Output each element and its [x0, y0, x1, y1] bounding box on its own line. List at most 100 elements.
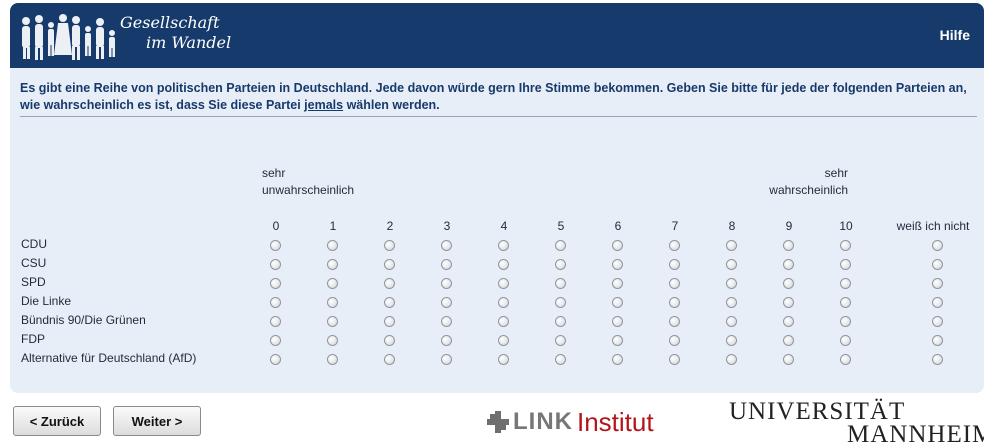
rating-radio[interactable] [498, 335, 509, 346]
scale-point-label: 6 [614, 219, 622, 233]
help-link[interactable]: Hilfe [940, 27, 970, 43]
rating-radio[interactable] [840, 278, 851, 289]
dont-know-radio[interactable] [932, 278, 943, 289]
back-button[interactable]: < Zurück [13, 406, 101, 436]
rating-radio[interactable] [726, 278, 737, 289]
rating-radio[interactable] [441, 335, 452, 346]
rating-radio[interactable] [498, 354, 509, 365]
rating-radio[interactable] [441, 240, 452, 251]
link-institut-logo: LINK Institut [487, 407, 654, 437]
rating-radio[interactable] [441, 354, 452, 365]
scale-anchor-high: sehr wahrscheinlich [755, 165, 848, 199]
rating-radio[interactable] [840, 335, 851, 346]
question-divider [20, 116, 977, 117]
rating-radio[interactable] [669, 316, 680, 327]
rating-radio[interactable] [384, 354, 395, 365]
rating-radio[interactable] [840, 297, 851, 308]
rating-radio[interactable] [555, 240, 566, 251]
rating-radio[interactable] [384, 259, 395, 270]
rating-radio[interactable] [669, 240, 680, 251]
rating-radio[interactable] [783, 354, 794, 365]
rating-radio[interactable] [555, 335, 566, 346]
dont-know-radio[interactable] [932, 240, 943, 251]
rating-radio[interactable] [555, 259, 566, 270]
rating-radio[interactable] [555, 297, 566, 308]
university-mannheim-logo: UNIVERSITÄT MANNHEIM [729, 399, 984, 448]
party-label: CSU [21, 256, 47, 270]
rating-radio[interactable] [726, 316, 737, 327]
rating-radio[interactable] [612, 240, 623, 251]
rating-radio[interactable] [612, 335, 623, 346]
rating-radio[interactable] [783, 240, 794, 251]
rating-radio[interactable] [384, 316, 395, 327]
rating-radio[interactable] [612, 297, 623, 308]
rating-radio[interactable] [612, 259, 623, 270]
rating-radio[interactable] [840, 240, 851, 251]
rating-radio[interactable] [384, 335, 395, 346]
rating-radio[interactable] [498, 297, 509, 308]
rating-radio[interactable] [783, 335, 794, 346]
rating-radio[interactable] [612, 316, 623, 327]
rating-radio[interactable] [384, 278, 395, 289]
rating-radio[interactable] [783, 259, 794, 270]
rating-radio[interactable] [384, 240, 395, 251]
rating-radio[interactable] [498, 278, 509, 289]
party-label: FDP [21, 332, 45, 346]
rating-radio[interactable] [327, 297, 338, 308]
dont-know-radio[interactable] [932, 316, 943, 327]
rating-radio[interactable] [726, 335, 737, 346]
rating-radio[interactable] [840, 354, 851, 365]
rating-radio[interactable] [555, 316, 566, 327]
scale-anchor-low-line1: sehr [262, 166, 286, 180]
rating-radio[interactable] [327, 354, 338, 365]
rating-radio[interactable] [327, 259, 338, 270]
rating-radio[interactable] [840, 259, 851, 270]
rating-radio[interactable] [669, 297, 680, 308]
rating-radio[interactable] [783, 278, 794, 289]
rating-radio[interactable] [726, 297, 737, 308]
rating-radio[interactable] [840, 316, 851, 327]
rating-radio[interactable] [270, 335, 281, 346]
rating-radio[interactable] [612, 278, 623, 289]
dont-know-radio[interactable] [932, 354, 943, 365]
rating-radio[interactable] [726, 259, 737, 270]
rating-radio[interactable] [555, 278, 566, 289]
rating-radio[interactable] [270, 278, 281, 289]
rating-radio[interactable] [441, 297, 452, 308]
rating-radio[interactable] [612, 354, 623, 365]
rating-radio[interactable] [270, 240, 281, 251]
rating-radio[interactable] [441, 259, 452, 270]
rating-radio[interactable] [270, 354, 281, 365]
dont-know-radio[interactable] [932, 335, 943, 346]
rating-radio[interactable] [498, 259, 509, 270]
rating-radio[interactable] [669, 278, 680, 289]
rating-radio[interactable] [669, 354, 680, 365]
rating-radio[interactable] [270, 316, 281, 327]
rating-radio[interactable] [783, 316, 794, 327]
dont-know-radio[interactable] [932, 259, 943, 270]
next-button[interactable]: Weiter > [113, 406, 201, 436]
rating-radio[interactable] [726, 354, 737, 365]
rating-radio[interactable] [327, 335, 338, 346]
rating-radio[interactable] [555, 354, 566, 365]
rating-radio[interactable] [669, 259, 680, 270]
party-label: SPD [21, 275, 46, 289]
uni-logo-line2: MANNHEIM [847, 421, 984, 448]
dont-know-radio[interactable] [932, 297, 943, 308]
app-logo-text: Gesellschaft im Wandel [120, 13, 231, 53]
rating-radio[interactable] [441, 316, 452, 327]
rating-radio[interactable] [498, 240, 509, 251]
rating-radio[interactable] [498, 316, 509, 327]
rating-radio[interactable] [669, 335, 680, 346]
rating-radio[interactable] [384, 297, 395, 308]
rating-radio[interactable] [441, 278, 452, 289]
rating-radio[interactable] [270, 259, 281, 270]
party-label: CDU [21, 237, 47, 251]
rating-radio[interactable] [327, 278, 338, 289]
rating-radio[interactable] [726, 240, 737, 251]
rating-radio[interactable] [270, 297, 281, 308]
rating-radio[interactable] [327, 316, 338, 327]
scale-point-label: 4 [500, 219, 508, 233]
rating-radio[interactable] [783, 297, 794, 308]
rating-radio[interactable] [327, 240, 338, 251]
